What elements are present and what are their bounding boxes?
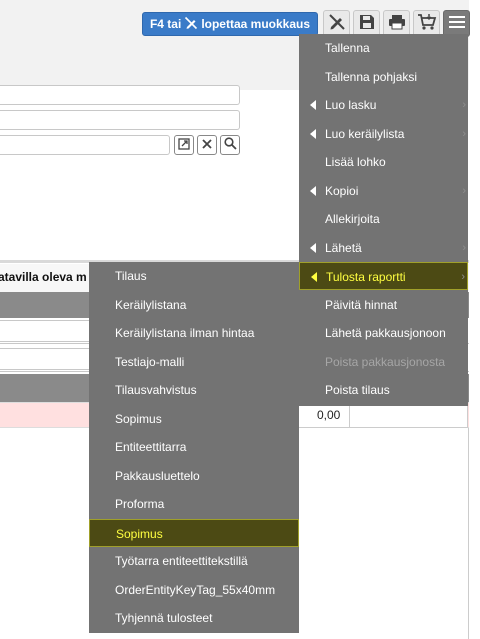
submenu-arrow-icon	[310, 242, 316, 253]
chevron-right-icon: ›	[462, 184, 466, 197]
no-edit-button[interactable]	[323, 10, 350, 37]
close-icon	[202, 138, 212, 152]
report-submenu-item-label: Tyhjennä tulosteet	[115, 611, 213, 625]
report-submenu-item-label: Pakkausluettelo	[115, 468, 200, 483]
report-submenu-item[interactable]: Keräilylistana ilman hintaa	[89, 319, 299, 347]
edit-mode-suffix: lopettaa muokkaus	[201, 17, 311, 31]
report-submenu-item[interactable]: Proforma	[89, 490, 299, 518]
clear-button[interactable]	[197, 135, 217, 155]
report-submenu-item-label: Sopimus	[116, 526, 163, 541]
print-button[interactable]	[383, 10, 410, 37]
submenu-arrow-icon	[311, 272, 317, 282]
report-submenu-item-label: Keräilylistana ilman hintaa	[115, 326, 255, 340]
main-menu-item[interactable]: › Luo lasku	[299, 91, 468, 119]
chevron-right-icon: ›	[461, 271, 465, 283]
report-submenu-item-label: Tilausvahvistus	[115, 383, 197, 397]
main-menu-item[interactable]: Lisää lohko	[299, 148, 468, 176]
submenu-arrow-icon	[310, 128, 316, 139]
main-menu-item-label: Lähetä	[325, 240, 362, 255]
report-submenu-item-label: Tilaus	[115, 269, 147, 283]
report-submenu: Tilaus Keräilylistana Keräilylistana ilman…	[89, 262, 299, 633]
report-submenu-item-label: Proforma	[115, 497, 165, 511]
main-menu-item[interactable]: Tallenna pohjaksi	[299, 63, 468, 91]
lookup-field[interactable]	[0, 135, 170, 155]
report-submenu-item[interactable]: Keräilylistana	[89, 291, 299, 319]
report-submenu-item[interactable]: Sopimus	[89, 405, 299, 433]
open-external-icon	[178, 137, 190, 153]
main-menu-item-label: Tallenna pohjaksi	[325, 69, 418, 84]
edit-mode-prefix: F4 tai	[149, 17, 182, 31]
main-menu-item[interactable]: Poista tilaus	[299, 376, 468, 404]
hamburger-icon	[448, 15, 465, 32]
menu-button[interactable]	[443, 10, 470, 37]
cart-icon	[417, 13, 437, 34]
main-menu-item[interactable]: Allekirjoita	[299, 205, 468, 233]
main-menu-item-label: Luo keräilylista	[325, 126, 405, 141]
report-submenu-item-label: Testiajo-malli	[115, 354, 185, 369]
report-submenu-item[interactable]: Tilaus	[89, 262, 299, 290]
save-button[interactable]	[353, 10, 380, 37]
main-menu-item[interactable]: Lähetä pakkausjonoon	[299, 319, 468, 347]
report-submenu-item[interactable]: Sopimus	[89, 518, 299, 547]
submenu-arrow-icon	[310, 100, 316, 110]
main-menu-item-label: Lähetä pakkausjonoon	[325, 326, 446, 340]
search-icon	[223, 137, 237, 153]
main-menu-item-label: Kopioi	[325, 183, 359, 198]
main-menu-item[interactable]: Tallenna	[299, 34, 468, 62]
edit-mode-button[interactable]: F4 tai lopettaa muokkaus	[142, 12, 318, 36]
report-submenu-item-label: Keräilylistana	[115, 297, 187, 312]
cart-button[interactable]	[413, 10, 440, 37]
search-button[interactable]	[220, 135, 240, 155]
main-menu-item-label: Lisää lohko	[325, 155, 386, 169]
printer-icon	[388, 14, 406, 33]
chevron-right-icon: ›	[462, 241, 466, 254]
text-field-1[interactable]	[0, 85, 240, 105]
main-menu-item-label: Allekirjoita	[325, 212, 380, 226]
chevron-right-icon: ›	[462, 99, 466, 111]
grid-line	[468, 428, 469, 639]
main-menu-item-label: Poista tilaus	[325, 383, 390, 397]
pencil-off-icon	[327, 12, 347, 35]
report-submenu-item[interactable]: Työtarra entiteettitekstillä	[89, 547, 299, 575]
main-menu-item[interactable]: Päivitä hinnat	[299, 291, 468, 319]
main-menu-item-label: Tallenna	[325, 41, 370, 55]
main-menu-item-label: Päivitä hinnat	[325, 297, 398, 312]
report-submenu-item[interactable]: Testiajo-malli	[89, 348, 299, 376]
main-menu-item-label: Poista pakkausjonosta	[325, 354, 446, 369]
main-menu-item: Poista pakkausjonosta	[299, 348, 468, 376]
report-submenu-item[interactable]: OrderEntityKeyTag_55x40mm	[89, 576, 299, 604]
text-field-2[interactable]	[0, 110, 240, 130]
main-menu-item[interactable]: › Tulosta raportti	[299, 262, 468, 290]
submenu-arrow-icon	[310, 185, 316, 196]
report-submenu-item-label: OrderEntityKeyTag_55x40mm	[115, 582, 276, 597]
report-submenu-item[interactable]: Entiteettitarra	[89, 433, 299, 461]
main-menu: Tallenna Tallenna pohjaksi › Luo lasku › Luo …	[299, 34, 468, 406]
main-menu-item[interactable]: › Luo keräilylista	[299, 120, 468, 148]
sum-value: 0,00	[317, 408, 341, 422]
main-menu-item[interactable]: › Kopioi	[299, 177, 468, 205]
report-submenu-item-label: Sopimus	[115, 411, 162, 426]
main-menu-item[interactable]: › Lähetä	[299, 234, 468, 262]
no-edit-icon	[184, 16, 198, 33]
main-menu-item-label: Tulosta raportti	[326, 270, 406, 284]
floppy-icon	[359, 14, 375, 33]
report-submenu-item-label: Entiteettitarra	[115, 440, 187, 454]
report-submenu-item[interactable]: Tilausvahvistus	[89, 376, 299, 404]
open-external-button[interactable]	[174, 135, 194, 155]
main-menu-item-label: Luo lasku	[325, 98, 377, 112]
report-submenu-item-label: Työtarra entiteettitekstillä	[115, 554, 248, 568]
report-submenu-item[interactable]: Tyhjennä tulosteet	[89, 604, 299, 632]
report-submenu-item[interactable]: Pakkausluettelo	[89, 462, 299, 490]
chevron-right-icon: ›	[462, 127, 466, 140]
